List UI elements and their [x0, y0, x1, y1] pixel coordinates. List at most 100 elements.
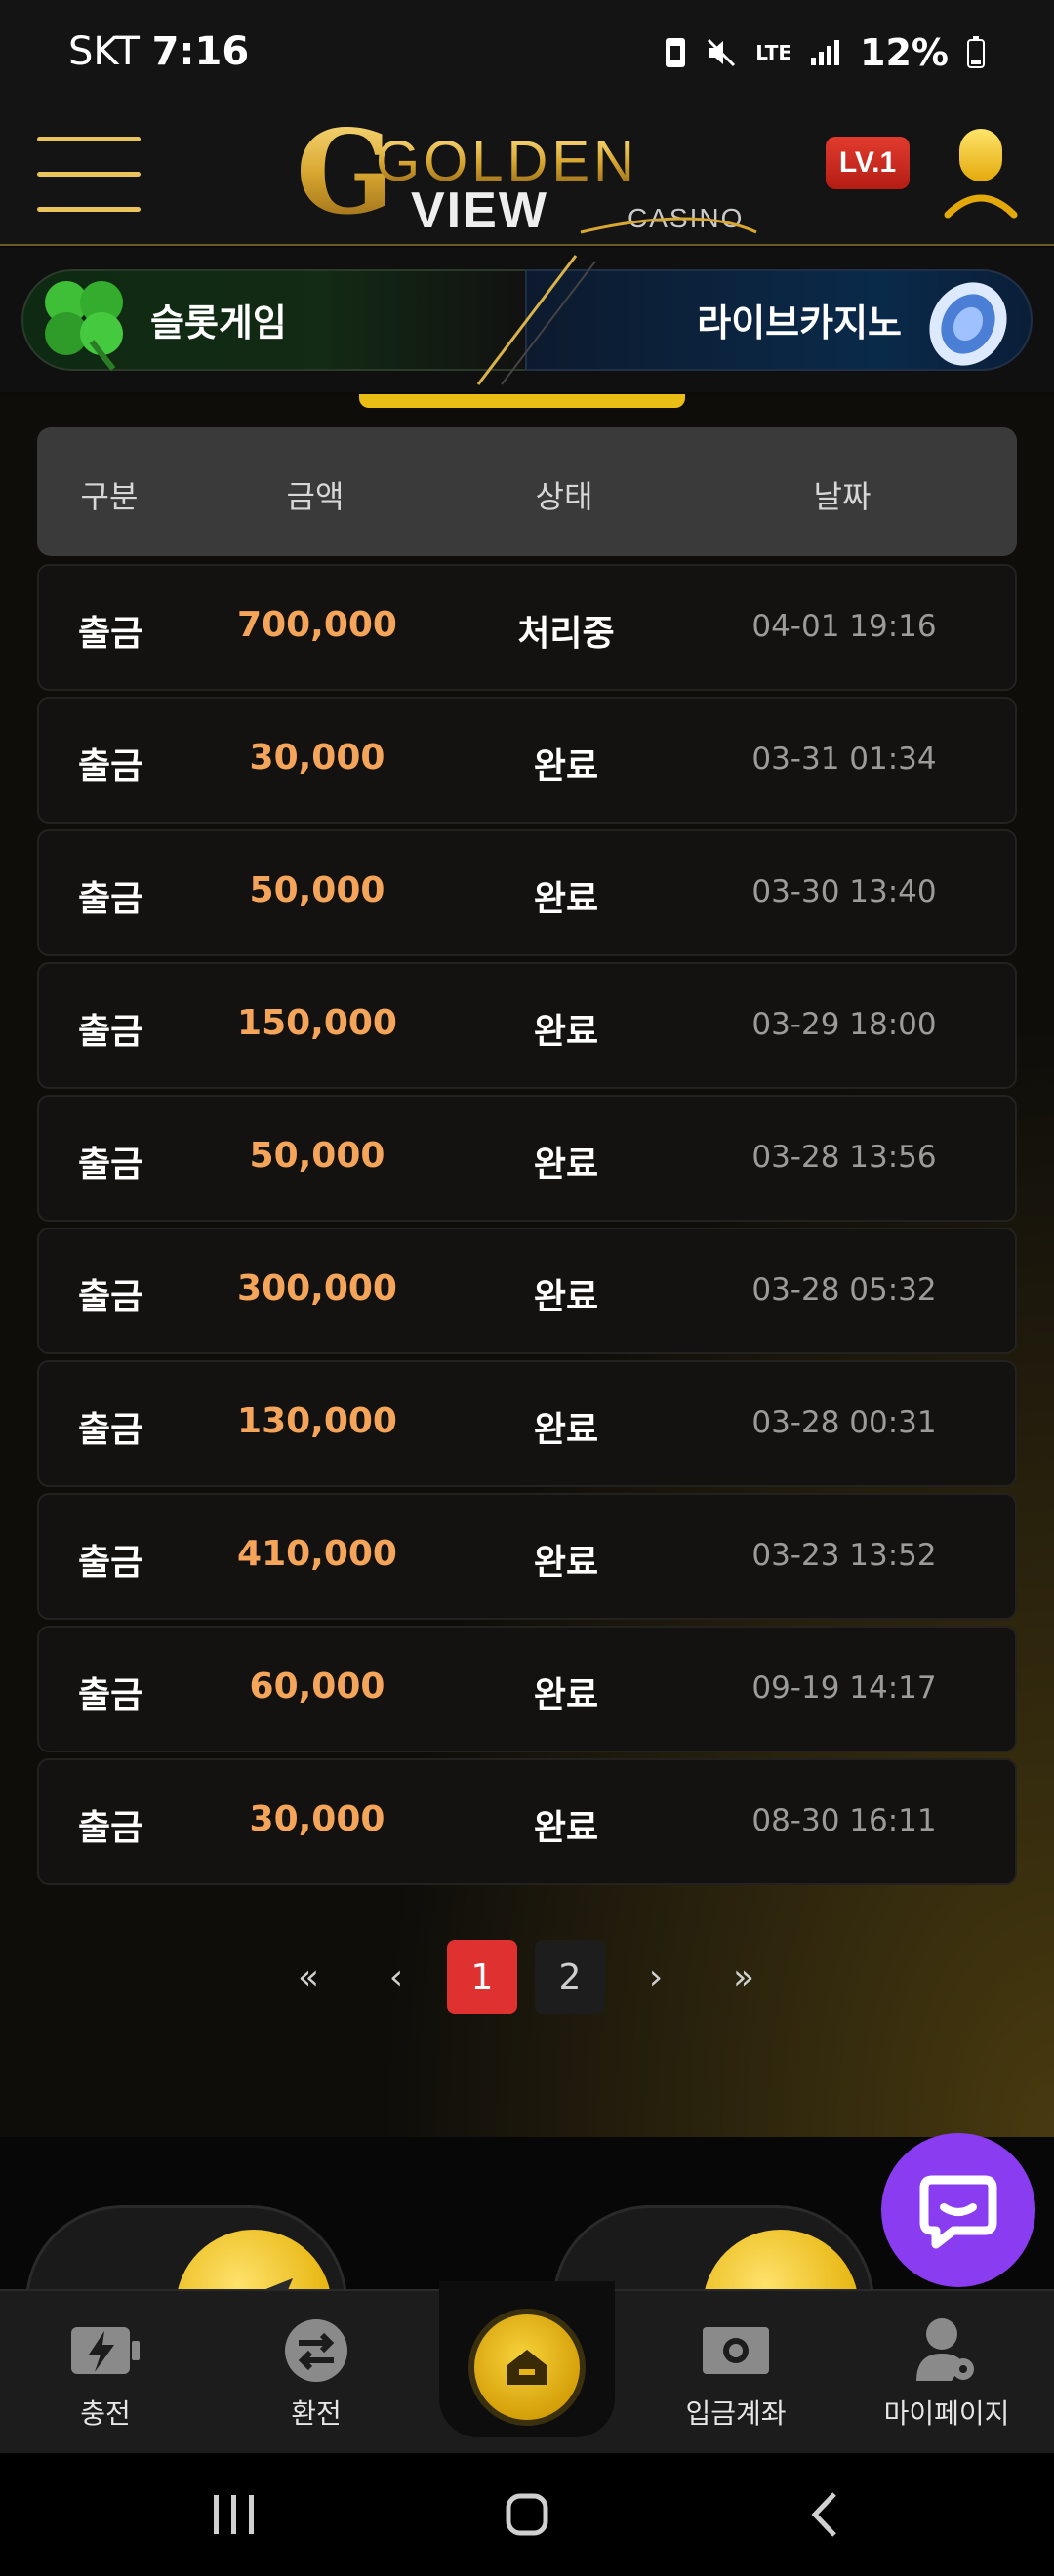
nav-charge-label: 충전	[80, 2397, 131, 2430]
first-page-button[interactable]: «	[273, 1940, 344, 2014]
row-amount: 60,000	[249, 1667, 385, 1707]
network-type: LTE	[755, 41, 792, 64]
row-status: 완료	[533, 1808, 599, 1848]
nav-deposit-label: 입금계좌	[685, 2397, 787, 2430]
live-casino-button[interactable]: 라이브카지노	[525, 269, 1033, 371]
page-button-1[interactable]: 1	[447, 1940, 517, 2014]
table-header: 구분 금액 상태 날짜	[37, 427, 1017, 556]
row-type: 출금	[78, 1410, 143, 1450]
header-amount: 금액	[286, 478, 345, 515]
home-system-icon	[506, 2493, 548, 2536]
battery-percent: 12%	[860, 31, 949, 74]
row-status: 처리중	[517, 614, 615, 654]
row-date: 03-28 13:56	[751, 1140, 937, 1175]
signal-icon	[811, 40, 840, 65]
table-row[interactable]: 출금 50,000 완료 03-28 13:56	[37, 1095, 1017, 1222]
row-amount: 30,000	[249, 738, 385, 778]
table-row[interactable]: 출금 60,000 완료 09-19 14:17	[37, 1626, 1017, 1752]
row-date: 03-23 13:52	[751, 1538, 937, 1573]
status-carrier-time: SKT 7:16	[68, 29, 249, 74]
nav-charge[interactable]: 충전	[27, 2316, 183, 2443]
battery-icon	[967, 36, 985, 68]
row-date: 03-30 13:40	[751, 874, 937, 909]
row-amount: 150,000	[237, 1003, 397, 1043]
row-date: 03-28 05:32	[751, 1272, 937, 1308]
status-icons: LTE 12%	[664, 31, 986, 74]
last-page-button[interactable]: »	[709, 1940, 779, 2014]
recent-apps-icon	[214, 2495, 254, 2534]
lightning-battery-icon	[66, 2316, 144, 2385]
row-date: 09-19 14:17	[751, 1670, 937, 1706]
row-status: 완료	[533, 1277, 599, 1317]
row-date: 03-28 00:31	[751, 1405, 937, 1440]
app-header: G GOLDEN VIEW CASINO LV.1	[0, 107, 1054, 246]
mute-icon	[708, 38, 736, 67]
user-icon[interactable]	[942, 125, 1020, 222]
table-row[interactable]: 출금 30,000 완료 03-31 01:34	[37, 697, 1017, 824]
nav-deposit-account[interactable]: 입금계좌	[658, 2316, 814, 2443]
row-type: 출금	[78, 1277, 143, 1317]
table-row[interactable]: 출금 410,000 완료 03-23 13:52	[37, 1493, 1017, 1620]
slot-game-button[interactable]: 슬롯게임	[21, 269, 529, 371]
nav-exchange[interactable]: 환전	[238, 2316, 394, 2443]
chat-button[interactable]	[881, 2133, 1035, 2287]
row-amount: 30,000	[249, 1799, 385, 1839]
home-button[interactable]	[468, 2309, 586, 2426]
header-date: 날짜	[813, 478, 872, 515]
table-row[interactable]: 출금 300,000 완료 03-28 05:32	[37, 1228, 1017, 1354]
back-button[interactable]	[781, 2480, 869, 2549]
clover-icon	[45, 281, 123, 371]
poker-chip-icon	[929, 282, 1007, 366]
withdrawal-history-panel: 구분 금액 상태 날짜 출금 700,000 처리중 04-01 19:16 출금 30,…	[0, 394, 1054, 2137]
status-bar: SKT 7:16 LTE 12%	[0, 0, 1054, 107]
active-tab-indicator	[359, 394, 685, 408]
golden-view-logo[interactable]: G GOLDEN VIEW CASINO	[288, 107, 766, 246]
slot-game-label: 슬롯게임	[150, 302, 287, 344]
row-status: 완료	[533, 1410, 599, 1450]
menu-line	[37, 172, 141, 177]
row-date: 04-01 19:16	[751, 609, 937, 644]
row-type: 출금	[78, 1145, 143, 1185]
carrier-label: SKT	[68, 29, 140, 74]
menu-line	[37, 207, 141, 212]
system-navigation-bar	[0, 2453, 1054, 2576]
table-row[interactable]: 출금 130,000 완료 03-28 00:31	[37, 1360, 1017, 1487]
next-page-button[interactable]: ›	[621, 1940, 691, 2014]
row-status: 완료	[533, 879, 599, 919]
row-amount: 410,000	[237, 1534, 397, 1574]
table-row[interactable]: 출금 50,000 완료 03-30 13:40	[37, 829, 1017, 956]
level-badge: LV.1	[826, 137, 910, 189]
row-date: 03-31 01:34	[751, 742, 937, 777]
hamburger-menu-button[interactable]	[37, 133, 141, 217]
table-row[interactable]: 출금 700,000 처리중 04-01 19:16	[37, 564, 1017, 691]
svg-text:VIEW: VIEW	[411, 182, 548, 239]
row-type: 출금	[78, 1675, 143, 1715]
row-amount: 130,000	[237, 1401, 397, 1441]
page-button-2[interactable]: 2	[535, 1940, 605, 2014]
row-type: 출금	[78, 1808, 143, 1848]
row-type: 출금	[78, 614, 143, 654]
row-date: 08-30 16:11	[751, 1803, 937, 1838]
row-amount: 50,000	[249, 1136, 385, 1176]
row-amount: 300,000	[237, 1268, 397, 1308]
table-row[interactable]: 출금 30,000 완료 08-30 16:11	[37, 1758, 1017, 1885]
table-row[interactable]: 출금 150,000 완료 03-29 18:00	[37, 962, 1017, 1089]
live-casino-label: 라이브카지노	[697, 302, 902, 344]
chat-icon	[919, 2175, 997, 2249]
back-icon	[811, 2492, 836, 2537]
recent-apps-button[interactable]	[190, 2480, 278, 2549]
row-status: 완료	[533, 1675, 599, 1715]
clock: 7:16	[151, 29, 250, 74]
menu-line	[37, 137, 141, 141]
row-status: 완료	[533, 746, 599, 786]
home-system-button[interactable]	[483, 2480, 571, 2549]
row-status: 완료	[533, 1012, 599, 1052]
cash-icon	[697, 2316, 775, 2385]
nav-my-page[interactable]: 마이페이지	[869, 2316, 1025, 2443]
row-type: 출금	[78, 1543, 143, 1583]
app-root: SKT 7:16 LTE 12% G GOLDEN VIEW CASINO LV…	[0, 0, 1054, 2576]
user-gear-icon	[908, 2316, 986, 2385]
home-icon	[507, 2350, 547, 2385]
row-type: 출금	[78, 746, 143, 786]
prev-page-button[interactable]: ‹	[361, 1940, 431, 2014]
